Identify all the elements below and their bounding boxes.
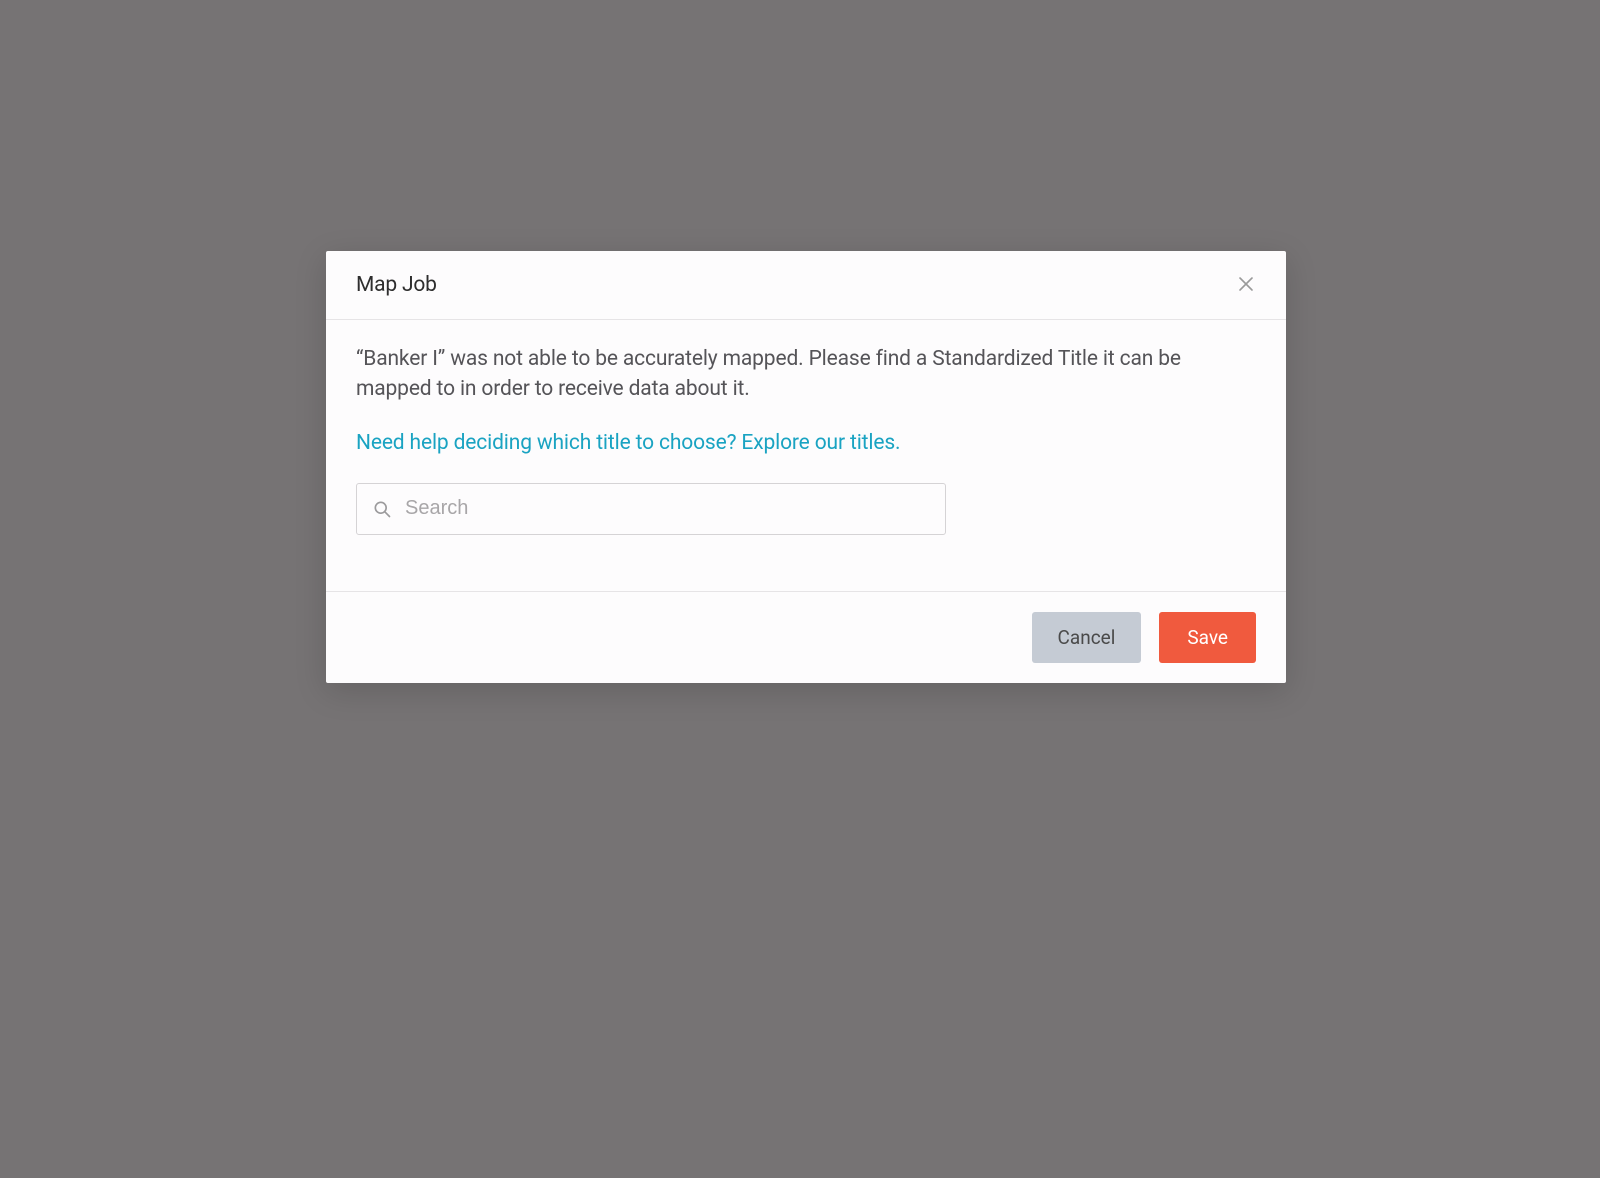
modal-body: “Banker I” was not able to be accurately… bbox=[326, 320, 1286, 591]
close-icon bbox=[1238, 276, 1254, 295]
modal-title: Map Job bbox=[356, 273, 437, 297]
modal-header: Map Job bbox=[326, 251, 1286, 320]
modal-footer: Cancel Save bbox=[326, 591, 1286, 683]
mapping-description: “Banker I” was not able to be accurately… bbox=[356, 344, 1256, 405]
cancel-button[interactable]: Cancel bbox=[1032, 612, 1142, 663]
map-job-modal: Map Job “Banker I” was not able to be ac… bbox=[326, 251, 1286, 683]
close-button[interactable] bbox=[1236, 275, 1256, 295]
explore-titles-link[interactable]: Need help deciding which title to choose… bbox=[356, 431, 900, 455]
search-input[interactable] bbox=[357, 484, 945, 534]
search-icon bbox=[372, 499, 392, 519]
search-field-wrap bbox=[356, 483, 946, 535]
save-button[interactable]: Save bbox=[1159, 612, 1256, 663]
